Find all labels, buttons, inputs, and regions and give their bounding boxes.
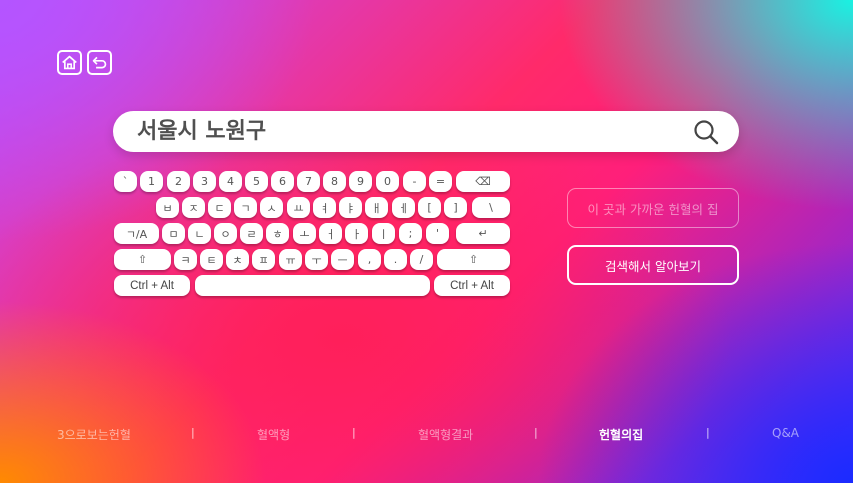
bottom-nav: 3으로보는헌혈 | 혈액형 | 혈액형결과 | 헌혈의집 | Q&A [0,426,853,446]
key[interactable]: ㅅ [260,197,283,218]
key[interactable]: ㄱ [234,197,257,218]
nav-item-donation-house[interactable]: 헌혈의집 [599,426,643,443]
key[interactable]: ㅛ [287,197,310,218]
key[interactable]: ㅊ [226,249,249,270]
key[interactable]: 9 [349,171,372,192]
home-icon [62,55,77,70]
key[interactable]: ㅜ [305,249,328,270]
key[interactable]: - [403,171,426,192]
nav-separator: | [352,426,356,439]
key[interactable]: ] [444,197,467,218]
key[interactable]: ㅔ [392,197,415,218]
key[interactable]: 1 [140,171,163,192]
key[interactable]: ㄴ [188,223,211,244]
key[interactable]: 7 [297,171,320,192]
key[interactable]: 0 [376,171,399,192]
key[interactable]: ㅓ [319,223,342,244]
key[interactable]: 8 [323,171,346,192]
key[interactable]: 6 [271,171,294,192]
nav-item-blood-type-result[interactable]: 혈액형결과 [418,426,473,443]
key[interactable]: = [429,171,452,192]
key[interactable]: 3 [193,171,216,192]
key[interactable]: ㅇ [214,223,237,244]
key[interactable]: ㅣ [372,223,395,244]
key[interactable]: 4 [219,171,242,192]
key[interactable]: ` [114,171,137,192]
key[interactable]: ㅈ [182,197,205,218]
nav-item-blood-type[interactable]: 혈액형 [257,426,290,443]
key[interactable]: ㅌ [200,249,223,270]
nav-separator: | [191,426,195,439]
ctrl-alt-key[interactable]: Ctrl + Alt [114,275,190,296]
key[interactable]: 5 [245,171,268,192]
key[interactable]: ㅁ [162,223,185,244]
enter-key[interactable]: ↵ [456,223,510,244]
key[interactable]: ㅎ [266,223,289,244]
key[interactable]: ㅂ [156,197,179,218]
nearby-center-button[interactable]: 이 곳과 가까운 헌혈의 집 [567,188,739,228]
key[interactable]: / [410,249,433,270]
key[interactable]: ; [399,223,422,244]
key[interactable]: ㅑ [339,197,362,218]
key[interactable]: ㅠ [279,249,302,270]
home-button[interactable] [57,50,82,75]
shift-key[interactable]: ⇧ [437,249,510,270]
key[interactable]: ㅗ [293,223,316,244]
shift-key[interactable]: ⇧ [114,249,171,270]
back-button[interactable] [87,50,112,75]
space-key[interactable] [195,275,430,296]
key[interactable]: ㅡ [331,249,354,270]
nav-item-qna[interactable]: Q&A [772,426,799,440]
ctrl-alt-key[interactable]: Ctrl + Alt [434,275,510,296]
nav-item-3d-donation[interactable]: 3으로보는헌혈 [57,426,131,443]
search-icon[interactable] [693,119,719,145]
key[interactable]: ㅋ [174,249,197,270]
key[interactable]: ㄷ [208,197,231,218]
backspace-key[interactable]: ⌫ [456,171,510,192]
key[interactable]: ㄹ [240,223,263,244]
key[interactable]: ㅐ [365,197,388,218]
key[interactable]: [ [418,197,441,218]
language-toggle-key[interactable]: ㄱ/A [114,223,159,244]
key[interactable]: . [384,249,407,270]
back-arrow-icon [92,56,107,69]
nav-separator: | [706,426,710,439]
key[interactable]: ' [426,223,449,244]
search-learn-button[interactable]: 검색해서 알아보기 [567,245,739,285]
key[interactable]: ㅕ [313,197,336,218]
search-bar[interactable]: 서울시 노원구 [113,111,739,152]
key[interactable]: , [358,249,381,270]
backslash-key[interactable]: \ [472,197,510,218]
key[interactable]: ㅏ [345,223,368,244]
key[interactable]: ㅍ [252,249,275,270]
key[interactable]: 2 [167,171,190,192]
search-input[interactable]: 서울시 노원구 [137,117,266,146]
nav-separator: | [534,426,538,439]
